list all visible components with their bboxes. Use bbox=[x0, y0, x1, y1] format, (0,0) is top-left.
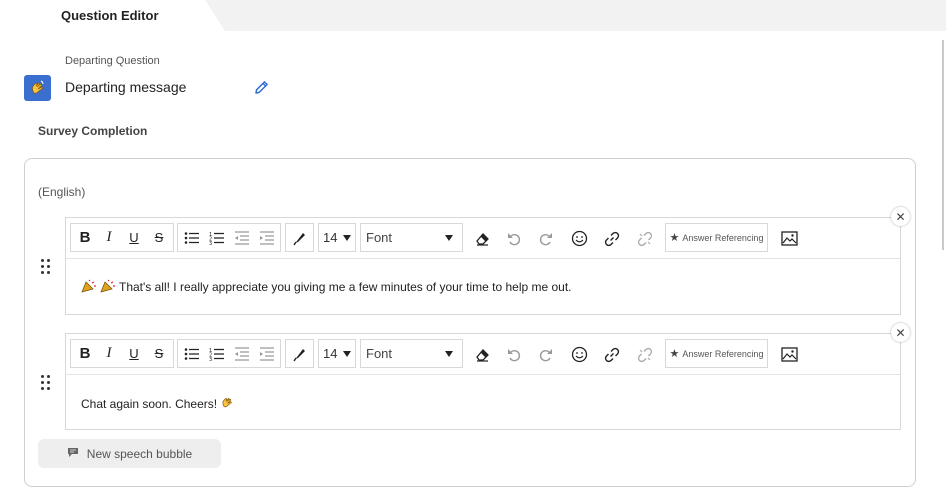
waving-hand-icon bbox=[220, 395, 235, 413]
language-label: (English) bbox=[38, 185, 86, 199]
chevron-down-icon bbox=[445, 235, 453, 241]
format-group: B I U S bbox=[70, 339, 174, 368]
speech-bubble: B I U S 123 14 Font ★ Answer Referencing… bbox=[65, 217, 901, 315]
section-title: Survey Completion bbox=[38, 124, 148, 138]
text-color-group bbox=[285, 223, 314, 252]
tab-label: Question Editor bbox=[61, 8, 159, 23]
indent-icon[interactable] bbox=[255, 340, 279, 367]
answer-referencing-button[interactable]: ★ Answer Referencing bbox=[665, 223, 768, 252]
bold-icon[interactable]: B bbox=[73, 224, 97, 251]
chevron-down-icon bbox=[343, 351, 351, 357]
drag-handle-icon[interactable] bbox=[41, 375, 53, 391]
answer-referencing-label: Answer Referencing bbox=[682, 348, 764, 359]
bubble-text-value: Chat again soon. Cheers! bbox=[81, 397, 218, 411]
emoji-icon[interactable] bbox=[567, 341, 591, 368]
numbered-list-icon[interactable]: 123 bbox=[205, 340, 229, 367]
underline-icon[interactable]: U bbox=[122, 340, 146, 367]
new-speech-bubble-button[interactable]: New speech bubble bbox=[38, 439, 221, 468]
bullet-list-icon[interactable] bbox=[180, 340, 204, 367]
question-subtitle: Departing Question bbox=[65, 55, 160, 67]
list-group: 123 bbox=[177, 339, 281, 368]
link-icon[interactable] bbox=[600, 225, 624, 252]
text-color-group bbox=[285, 339, 314, 368]
undo-icon[interactable] bbox=[502, 225, 526, 252]
unlink-icon[interactable] bbox=[633, 341, 657, 368]
numbered-list-icon[interactable]: 123 bbox=[205, 224, 229, 251]
survey-completion-panel bbox=[24, 158, 916, 487]
speech-bubble-icon bbox=[67, 447, 79, 461]
strikethrough-icon[interactable]: S bbox=[147, 340, 171, 367]
editor-toolbar: B I U S 123 14 Font ★ Answer Referencing bbox=[66, 218, 900, 259]
drag-handle-icon[interactable] bbox=[41, 259, 53, 275]
waving-hand-icon bbox=[24, 75, 51, 101]
unlink-icon[interactable] bbox=[633, 225, 657, 252]
emoji-icon[interactable] bbox=[567, 225, 591, 252]
svg-text:3: 3 bbox=[209, 241, 212, 245]
font-size-select[interactable]: 14 bbox=[318, 223, 356, 252]
answer-referencing-label: Answer Referencing bbox=[682, 232, 764, 243]
clear-format-icon[interactable] bbox=[470, 225, 494, 252]
chevron-down-icon bbox=[343, 235, 351, 241]
image-icon[interactable] bbox=[777, 225, 801, 252]
close-icon[interactable]: ✕ bbox=[891, 323, 910, 342]
speech-bubble: B I U S 123 14 Font ★ Answer Referencing… bbox=[65, 333, 901, 430]
bubble-text-value: That's all! I really appreciate you givi… bbox=[119, 280, 572, 294]
chevron-down-icon bbox=[445, 351, 453, 357]
font-size-value: 14 bbox=[323, 230, 338, 245]
svg-text:3: 3 bbox=[209, 357, 212, 361]
new-speech-bubble-label: New speech bubble bbox=[86, 446, 193, 461]
tab-bar: Question Editor bbox=[0, 0, 946, 31]
redo-icon[interactable] bbox=[534, 341, 558, 368]
outdent-icon[interactable] bbox=[230, 340, 254, 367]
bubble-text[interactable]: Chat again soon. Cheers! bbox=[81, 395, 238, 413]
pencil-icon[interactable] bbox=[253, 79, 270, 96]
question-title: Departing message bbox=[65, 79, 187, 95]
close-icon[interactable]: ✕ bbox=[891, 207, 910, 226]
font-size-select[interactable]: 14 bbox=[318, 339, 356, 368]
underline-icon[interactable]: U bbox=[122, 224, 146, 251]
link-icon[interactable] bbox=[600, 341, 624, 368]
tab-question-editor[interactable]: Question Editor bbox=[0, 0, 225, 31]
party-popper-icon bbox=[81, 279, 97, 296]
outdent-icon[interactable] bbox=[230, 224, 254, 251]
text-color-icon[interactable] bbox=[288, 340, 312, 367]
list-group: 123 bbox=[177, 223, 281, 252]
bullet-list-icon[interactable] bbox=[180, 224, 204, 251]
bold-icon[interactable]: B bbox=[73, 340, 97, 367]
clear-format-icon[interactable] bbox=[470, 341, 494, 368]
party-popper-icon bbox=[100, 279, 116, 296]
star-icon: ★ bbox=[669, 232, 680, 244]
font-value: Font bbox=[366, 230, 393, 245]
font-value: Font bbox=[366, 346, 393, 361]
format-group: B I U S bbox=[70, 223, 174, 252]
bubble-text[interactable]: That's all! I really appreciate you givi… bbox=[81, 279, 572, 296]
star-icon: ★ bbox=[669, 348, 680, 360]
italic-icon[interactable]: I bbox=[97, 224, 121, 251]
font-size-value: 14 bbox=[323, 346, 338, 361]
redo-icon[interactable] bbox=[534, 225, 558, 252]
font-select[interactable]: Font bbox=[360, 339, 463, 368]
image-icon[interactable] bbox=[777, 341, 801, 368]
undo-icon[interactable] bbox=[502, 341, 526, 368]
strikethrough-icon[interactable]: S bbox=[147, 224, 171, 251]
font-select[interactable]: Font bbox=[360, 223, 463, 252]
answer-referencing-button[interactable]: ★ Answer Referencing bbox=[665, 339, 768, 368]
scrollbar[interactable] bbox=[942, 40, 944, 250]
italic-icon[interactable]: I bbox=[97, 340, 121, 367]
indent-icon[interactable] bbox=[255, 224, 279, 251]
text-color-icon[interactable] bbox=[288, 224, 312, 251]
editor-toolbar: B I U S 123 14 Font ★ Answer Referencing bbox=[66, 334, 900, 375]
